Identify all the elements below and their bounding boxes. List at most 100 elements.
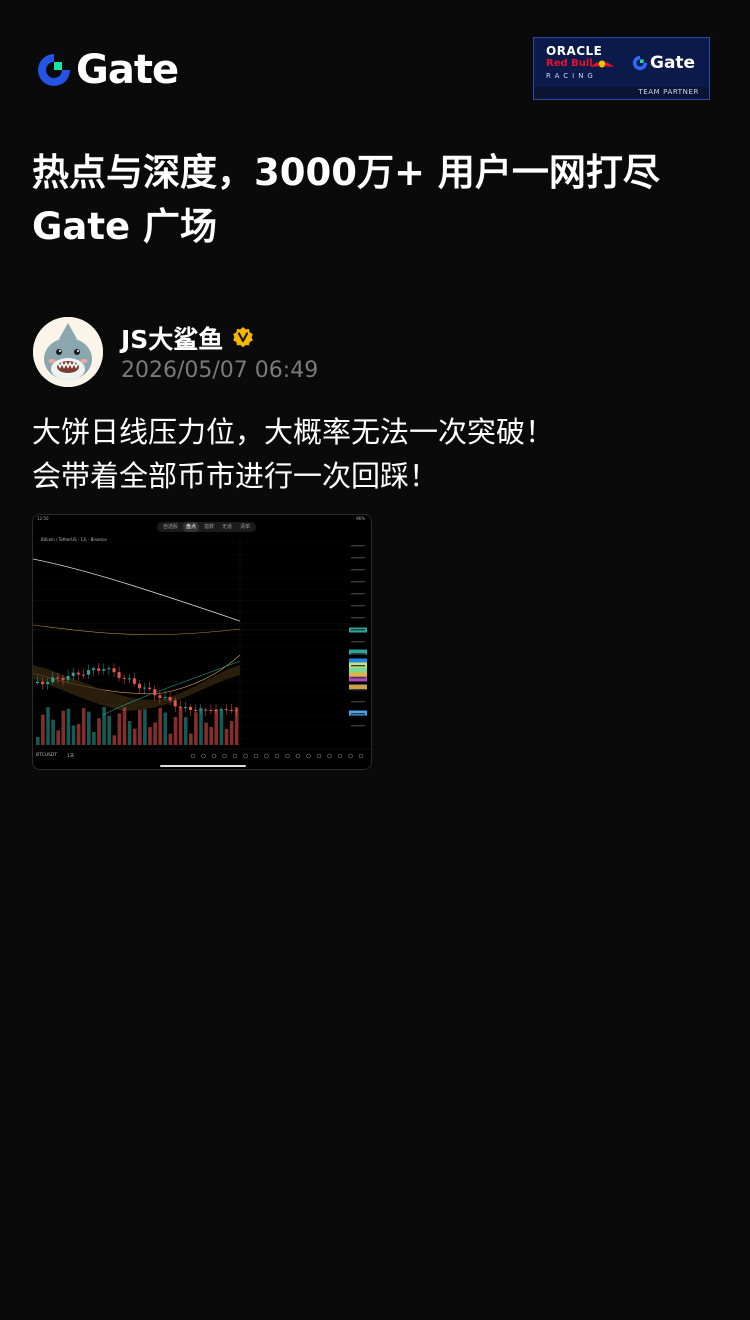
partner-badge: ORACLE Red Bull RACING Gate TEAM PARTNER bbox=[533, 37, 710, 100]
volume-bar bbox=[168, 733, 173, 745]
redbull-bulls-icon bbox=[590, 60, 614, 68]
volume-bar bbox=[56, 730, 60, 745]
candle-body bbox=[194, 710, 198, 711]
volume-bar bbox=[81, 708, 86, 745]
volume-bar bbox=[51, 719, 55, 745]
candle-body bbox=[209, 710, 213, 711]
candle-body bbox=[163, 697, 167, 699]
candle-body bbox=[87, 670, 90, 675]
volume-bar bbox=[71, 725, 76, 745]
axis-tick-label bbox=[351, 581, 365, 583]
racing-text: RACING bbox=[546, 72, 597, 80]
page: Gate ORACLE Red Bull RACING Gate TEAM PA… bbox=[0, 0, 750, 1320]
candle-body bbox=[107, 668, 111, 670]
volume-bar bbox=[112, 735, 117, 745]
axis-tick-label bbox=[351, 605, 365, 607]
candlestick-chart bbox=[33, 515, 371, 769]
partner-strip: TEAM PARTNER bbox=[534, 87, 709, 99]
volume-bar bbox=[143, 709, 147, 745]
candle-body bbox=[234, 710, 238, 711]
candle-body bbox=[81, 674, 85, 676]
candle-body bbox=[97, 668, 101, 671]
volume-bar bbox=[229, 720, 234, 745]
partner-caption: TEAM PARTNER bbox=[638, 88, 699, 96]
volume-bar bbox=[173, 716, 178, 745]
candle-body bbox=[76, 672, 80, 675]
author-name[interactable]: JS大鲨鱼 bbox=[121, 320, 223, 356]
volume-bar bbox=[204, 722, 208, 745]
volume-bar bbox=[163, 712, 168, 745]
candle-body bbox=[56, 677, 60, 679]
candle-body bbox=[189, 707, 192, 710]
candle-body bbox=[71, 672, 75, 677]
volume-bar bbox=[234, 707, 239, 745]
thumb-tab: 清单 bbox=[240, 524, 251, 530]
candle-body bbox=[132, 678, 136, 684]
volume-bar bbox=[61, 710, 66, 745]
volume-bar bbox=[41, 714, 45, 745]
candle-body bbox=[153, 689, 157, 696]
avatar[interactable] bbox=[33, 317, 103, 387]
candle-body bbox=[41, 681, 45, 685]
volume-bar bbox=[199, 707, 203, 745]
shark-avatar-icon bbox=[33, 317, 103, 387]
candle-body bbox=[229, 710, 233, 711]
partner-gate-text: Gate bbox=[650, 53, 696, 73]
candle-body bbox=[51, 677, 55, 683]
axis-tick-label bbox=[351, 617, 365, 619]
axis-tick-label bbox=[351, 701, 365, 703]
thumb-tab: 无道 bbox=[222, 524, 233, 530]
thumb-tab: 自选股 bbox=[163, 524, 179, 530]
candle-body bbox=[36, 681, 39, 683]
thumb-tab: 指数 bbox=[204, 524, 215, 530]
volume-bar bbox=[76, 723, 81, 745]
price-tag bbox=[349, 667, 367, 673]
candle-body bbox=[127, 678, 131, 680]
post-image-chart-screenshot[interactable]: 12:50 96% 自选股 盘点 指数 无道 清单 Bitcoin / Teth… bbox=[32, 514, 372, 770]
volume-bar bbox=[92, 732, 96, 745]
volume-bar bbox=[46, 707, 50, 745]
volume-bar bbox=[224, 728, 229, 745]
candle-body bbox=[219, 709, 223, 711]
axis-tick-label bbox=[351, 557, 365, 559]
candle-body bbox=[143, 687, 147, 689]
candle-body bbox=[178, 706, 182, 708]
author-row[interactable]: JS大鲨鱼 bbox=[121, 320, 255, 356]
headline: 热点与深度，3000万+ 用户一网打尽 Gate 广场 bbox=[32, 146, 722, 254]
candle-body bbox=[61, 678, 65, 680]
candle-body bbox=[158, 695, 162, 699]
verified-badge-icon bbox=[233, 327, 254, 348]
volume-bar bbox=[36, 737, 40, 745]
candle-body bbox=[183, 707, 187, 709]
candle-body bbox=[168, 697, 172, 701]
axis-tick-label bbox=[351, 689, 365, 691]
price-tag bbox=[349, 684, 367, 690]
thumb-tabs: 自选股 盘点 指数 无道 清单 bbox=[157, 522, 257, 532]
logo-text: Gate bbox=[76, 47, 179, 93]
post-body-line-2: 会带着全部币市进行一次回踩！ bbox=[32, 459, 439, 493]
post-timestamp: 2026/05/07 06:49 bbox=[121, 358, 319, 383]
thumb-timeframe: 1天 bbox=[67, 754, 75, 759]
candle-body bbox=[199, 709, 203, 711]
headline-line-1: 热点与深度，3000万+ 用户一网打尽 bbox=[32, 151, 660, 194]
post-body-line-1: 大饼日线压力位，大概率无法一次突破！ bbox=[32, 415, 555, 449]
thumb-status-time: 12:50 bbox=[37, 516, 49, 521]
thumb-status-battery: 96% bbox=[356, 516, 365, 521]
volume-bar bbox=[189, 733, 193, 745]
volume-bar bbox=[138, 709, 142, 745]
volume-bar bbox=[117, 713, 122, 745]
candle-body bbox=[204, 709, 208, 711]
axis-tick-label bbox=[351, 665, 365, 667]
volume-bar bbox=[102, 707, 106, 745]
volume-bar bbox=[132, 728, 137, 745]
axis-tick-label bbox=[351, 713, 365, 715]
gate-logo[interactable]: Gate bbox=[36, 47, 179, 93]
partner-gate-logo: Gate bbox=[632, 53, 695, 73]
candle-body bbox=[92, 668, 96, 671]
axis-tick-label bbox=[351, 545, 365, 547]
candle-body bbox=[148, 687, 152, 690]
candle-body bbox=[224, 709, 228, 711]
thumb-symbol-line: Bitcoin / TetherUS · 1天 · Binance bbox=[41, 537, 107, 542]
volume-bar bbox=[183, 717, 188, 745]
thumb-tab-active: 盘点 bbox=[183, 522, 200, 532]
